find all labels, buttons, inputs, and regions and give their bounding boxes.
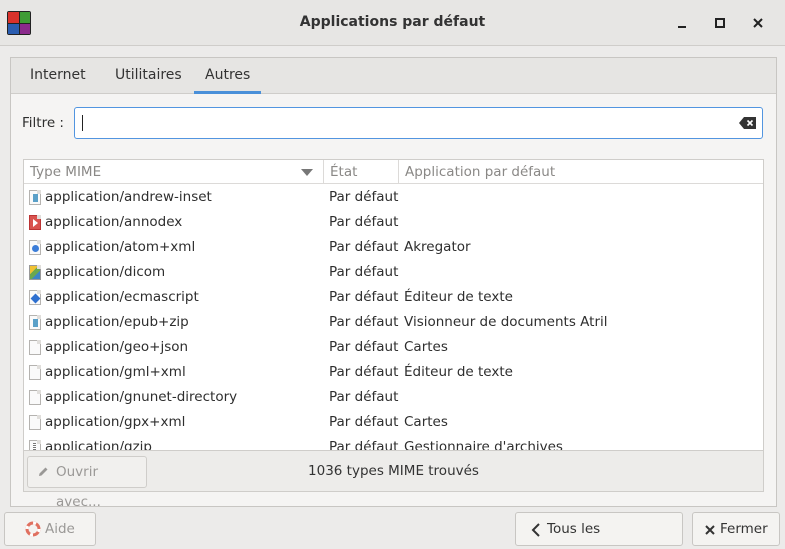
sort-descending-icon: [301, 169, 313, 176]
mime-type-cell: application/atom+xml: [45, 239, 196, 255]
mime-count: 1036 types MIME trouvés: [308, 463, 479, 479]
table-row[interactable]: application/gml+xml Par défaut Éditeur de …: [24, 360, 763, 385]
table-row[interactable]: application/ecmascript Par défaut Éditeur …: [24, 285, 763, 310]
state-cell: Par défaut: [329, 189, 399, 205]
mime-panel: Internet Utilitaires Autres Filtre : Typ…: [10, 57, 777, 510]
file-icon: [29, 340, 41, 355]
minimize-icon[interactable]: [672, 13, 692, 33]
default-app-cell: Akregator: [404, 239, 471, 255]
tab-utilitaires[interactable]: Utilitaires: [115, 67, 182, 83]
state-cell: Par défaut: [329, 389, 399, 405]
help-icon: [25, 521, 41, 537]
book-file-icon: [29, 315, 41, 330]
close-label: Fermer: [720, 521, 768, 537]
mime-type-cell: application/gnunet-directory: [45, 389, 238, 405]
mime-type-cell: application/annodex: [45, 214, 183, 230]
default-app-cell: Visionneur de documents Atril: [404, 314, 608, 330]
text-caret: [82, 115, 83, 131]
mime-type-cell: application/geo+json: [45, 339, 189, 355]
archive-file-icon: [29, 440, 41, 450]
help-button[interactable]: Aide: [4, 512, 96, 546]
table-row[interactable]: application/gpx+xml Par défaut Cartes: [24, 410, 763, 435]
close-button[interactable]: Fermer: [692, 512, 780, 546]
default-app-cell: Gestionnaire d'archives: [404, 439, 563, 451]
table-header: Type MIME État Application par défaut: [24, 160, 763, 184]
mime-type-cell: application/epub+zip: [45, 314, 189, 330]
state-cell: Par défaut: [329, 264, 399, 280]
script-file-icon: [29, 290, 41, 305]
clear-icon[interactable]: [739, 117, 756, 129]
state-cell: Par défaut: [329, 214, 399, 230]
web-file-icon: [29, 240, 41, 255]
tab-internet[interactable]: Internet: [30, 67, 86, 83]
table-row[interactable]: application/geo+json Par défaut Cartes: [24, 335, 763, 360]
file-icon: [29, 415, 41, 430]
state-cell: Par défaut: [329, 439, 399, 451]
default-app-cell: Éditeur de texte: [404, 289, 513, 305]
mime-table: Type MIME État Application par défaut ap…: [23, 159, 764, 451]
tab-bar: Internet Utilitaires Autres: [11, 58, 776, 94]
book-file-icon: [29, 190, 41, 205]
file-icon: [29, 365, 41, 380]
column-header-app[interactable]: Application par défaut: [398, 160, 763, 184]
maximize-icon[interactable]: [710, 13, 730, 33]
chevron-left-icon: [531, 523, 540, 537]
tab-autres[interactable]: Autres: [193, 67, 262, 94]
mime-type-cell: application/gml+xml: [45, 364, 186, 380]
title-bar: Applications par défaut: [0, 0, 785, 46]
table-row[interactable]: application/atom+xml Par défaut Akregator: [24, 235, 763, 260]
state-cell: Par défaut: [329, 414, 399, 430]
all-settings-label: Tous les paramètres: [547, 521, 601, 537]
file-icon: [29, 390, 41, 405]
table-row[interactable]: application/gzip Par défaut Gestionnaire d…: [24, 435, 763, 451]
table-row[interactable]: application/annodex Par défaut: [24, 210, 763, 235]
mime-type-cell: application/gpx+xml: [45, 414, 186, 430]
mime-type-cell: application/gzip: [45, 439, 152, 451]
image-file-icon: [29, 265, 41, 280]
state-cell: Par défaut: [329, 339, 399, 355]
state-cell: Par défaut: [329, 239, 399, 255]
x-icon: [705, 525, 715, 535]
default-app-cell: Cartes: [404, 414, 448, 430]
filter-input[interactable]: [74, 107, 763, 139]
help-label: Aide: [45, 521, 75, 537]
column-header-mime-label: Type MIME: [30, 164, 102, 180]
table-row[interactable]: application/epub+zip Par défaut Visionneur…: [24, 310, 763, 335]
table-row[interactable]: application/gnunet-directory Par défaut: [24, 385, 763, 410]
mime-type-cell: application/dicom: [45, 264, 166, 280]
column-header-state[interactable]: État: [323, 160, 398, 184]
default-app-cell: Cartes: [404, 339, 448, 355]
state-cell: Par défaut: [329, 289, 399, 305]
mime-type-cell: application/andrew-inset: [45, 189, 212, 205]
all-settings-button[interactable]: Tous les paramètres: [515, 512, 683, 546]
close-icon[interactable]: [748, 13, 768, 33]
window-title: Applications par défaut: [299, 14, 486, 30]
default-app-cell: Éditeur de texte: [404, 364, 513, 380]
mime-type-cell: application/ecmascript: [45, 289, 199, 305]
filter-label: Filtre :: [22, 115, 64, 131]
table-row[interactable]: application/andrew-inset Par défaut: [24, 185, 763, 210]
table-toolbar: Ouvrir avec... 1036 types MIME trouvés: [23, 451, 764, 510]
video-file-icon: [29, 215, 41, 230]
state-cell: Par défaut: [329, 364, 399, 380]
table-row[interactable]: application/dicom Par défaut: [24, 260, 763, 285]
column-header-mime[interactable]: Type MIME: [24, 160, 323, 184]
state-cell: Par défaut: [329, 314, 399, 330]
